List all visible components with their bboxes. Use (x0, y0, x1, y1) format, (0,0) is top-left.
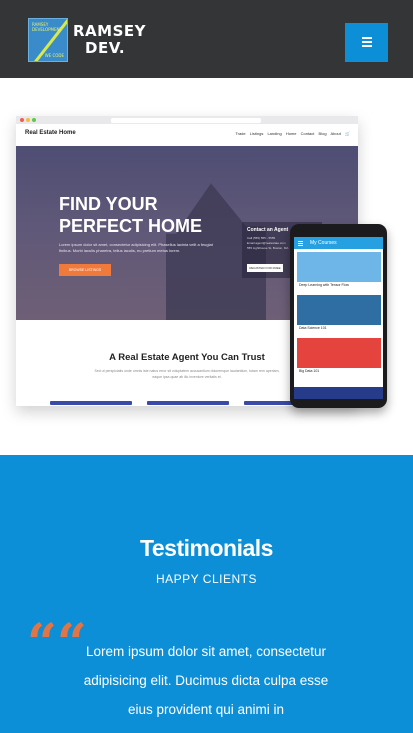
phone-app-title: My Courses (310, 240, 337, 246)
nav-link: Contact (300, 131, 315, 136)
site-nav-links: Trade Listings Landing Home Contact Blog… (235, 131, 350, 136)
testimonials-title: Testimonials (140, 535, 273, 561)
phone-bottom-bar (294, 387, 383, 399)
logo-mark[interactable]: RAMSEY DEVELOPMENT WE CODE (28, 18, 68, 62)
hero-title-line-2: PERFECT HOME (59, 216, 203, 236)
agent-card-button: REGISTER FOR FREE (247, 264, 283, 272)
address-bar (111, 117, 261, 123)
course-card: Deep Learning with Tensor Flow (297, 252, 381, 287)
mockup-button (50, 401, 132, 405)
nav-link: Landing (267, 131, 282, 136)
phone-app-bar: My Courses (294, 237, 383, 249)
course-label: Big Data 101 (299, 369, 320, 373)
phone-menu-icon (298, 241, 303, 247)
site-header: RAMSEY DEVELOPMENT WE CODE RAMSEY DEV. (0, 0, 413, 78)
logo-mark-text-2: WE CODE (44, 53, 64, 58)
logo-line-2: DEV. (85, 39, 126, 57)
hero-button: BROWSE LISTINGS (59, 264, 111, 276)
nav-link: Blog (318, 131, 327, 136)
logo-mark-text: RAMSEY DEVELOPMENT (32, 22, 62, 32)
mockup-section-text: Sed ut perspiciatis unde omnis iste natu… (94, 369, 280, 379)
logo-wordmark[interactable]: RAMSEY DEV. (73, 23, 146, 57)
browser-toolbar (16, 116, 358, 124)
logo-line-1: RAMSEY (73, 22, 146, 40)
testimonials-section: Testimonials HAPPY CLIENTS ““ Lorem ipsu… (0, 455, 413, 733)
hero-title: FIND YOUR PERFECT HOME (59, 193, 202, 237)
phone-mockup: My Courses Deep Learning with Tensor Flo… (290, 224, 387, 408)
nav-link: Home (285, 131, 297, 136)
hero-mockup-section: Real Estate Home Trade Listings Landing … (0, 78, 413, 455)
nav-link: About (330, 131, 341, 136)
nav-link: Listings (249, 131, 264, 136)
course-image (297, 295, 381, 325)
minimize-dot-icon (26, 118, 30, 122)
course-image (297, 252, 381, 282)
maximize-dot-icon (32, 118, 36, 122)
site-nav: Real Estate Home Trade Listings Landing … (16, 124, 358, 146)
course-card: Data Science 101 (297, 295, 381, 330)
hero-title-line-1: FIND YOUR (59, 194, 158, 214)
course-label: Deep Learning with Tensor Flow (299, 283, 349, 287)
menu-toggle-button[interactable] (345, 23, 388, 62)
agent-card-title: Contact an Agent (247, 227, 289, 233)
course-card: Big Data 101 (297, 338, 381, 373)
phone-screen: My Courses Deep Learning with Tensor Flo… (294, 237, 383, 399)
course-image (297, 338, 381, 368)
close-dot-icon (20, 118, 24, 122)
cart-icon: 🛒 (345, 131, 350, 136)
mockup-button (147, 401, 229, 405)
testimonials-subtitle: HAPPY CLIENTS (156, 572, 257, 586)
hamburger-icon (362, 37, 372, 49)
hero-text: Lorem ipsum dolor sit amet, consectetur … (59, 242, 213, 253)
site-brand: Real Estate Home (25, 130, 76, 136)
testimonial-text: Lorem ipsum dolor sit amet, consectetur … (83, 644, 329, 717)
course-label: Data Science 101 (299, 326, 327, 330)
nav-link: Trade (235, 131, 246, 136)
